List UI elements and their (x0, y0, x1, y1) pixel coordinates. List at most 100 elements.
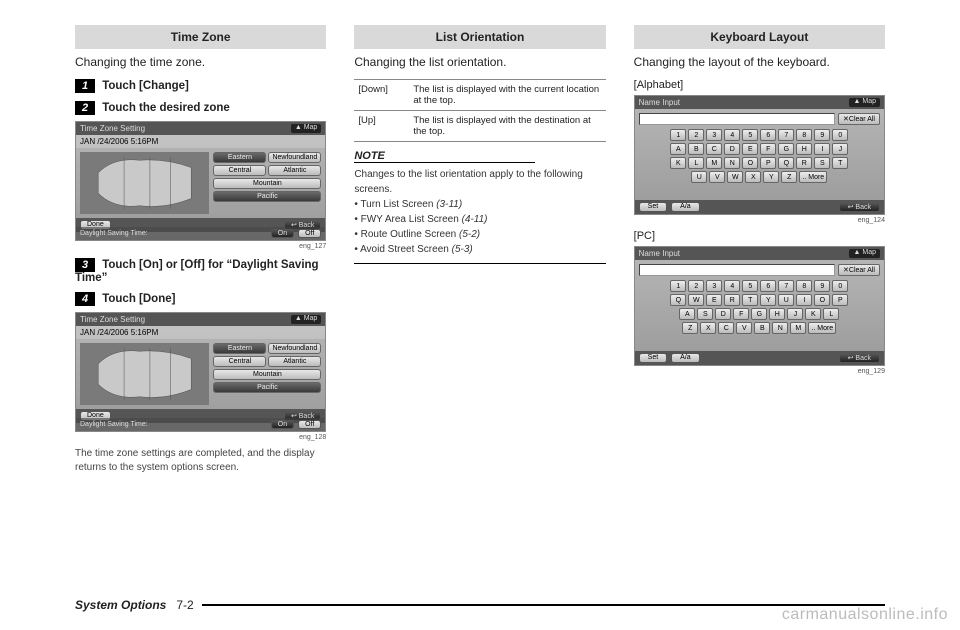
key-Q[interactable]: Q (778, 157, 794, 169)
key-3[interactable]: 3 (706, 129, 722, 141)
key-1[interactable]: 1 (670, 129, 686, 141)
key-9[interactable]: 9 (814, 280, 830, 292)
key-B[interactable]: B (754, 322, 770, 334)
key-5[interactable]: 5 (742, 129, 758, 141)
key-P[interactable]: P (832, 294, 848, 306)
key-W[interactable]: W (688, 294, 704, 306)
key-8[interactable]: 8 (796, 129, 812, 141)
key-8[interactable]: 8 (796, 280, 812, 292)
key-X[interactable]: X (745, 171, 761, 183)
watermark: carmanualsonline.info (782, 606, 948, 624)
key-Y[interactable]: Y (760, 294, 776, 306)
key-4[interactable]: 4 (724, 129, 740, 141)
key-S[interactable]: S (697, 308, 713, 320)
key-V[interactable]: V (709, 171, 725, 183)
key-A[interactable]: A (679, 308, 695, 320)
name-input[interactable] (639, 264, 835, 276)
map-button[interactable]: ▲ Map (291, 124, 322, 133)
key-1[interactable]: 1 (670, 280, 686, 292)
key-G[interactable]: G (778, 143, 794, 155)
dst-off[interactable]: Off (298, 229, 321, 238)
more-button[interactable]: .. More (808, 322, 836, 334)
key-Z[interactable]: Z (781, 171, 797, 183)
name-input[interactable] (639, 113, 835, 125)
fig-cap-1: eng_127 (75, 243, 326, 250)
key-H[interactable]: H (769, 308, 785, 320)
key-9[interactable]: 9 (814, 129, 830, 141)
key-U[interactable]: U (691, 171, 707, 183)
key-C[interactable]: C (706, 143, 722, 155)
key-7[interactable]: 7 (778, 280, 794, 292)
key-F[interactable]: F (760, 143, 776, 155)
key-6[interactable]: 6 (760, 129, 776, 141)
key-V[interactable]: V (736, 322, 752, 334)
kb-keys-alpha: 1234567890 ABCDEFGHIJ KLMNOPQRST UVWXYZ.. M… (635, 129, 884, 183)
key-I[interactable]: I (814, 143, 830, 155)
key-2[interactable]: 2 (688, 280, 704, 292)
key-I[interactable]: I (796, 294, 812, 306)
key-7[interactable]: 7 (778, 129, 794, 141)
key-K[interactable]: K (805, 308, 821, 320)
key-F[interactable]: F (733, 308, 749, 320)
set-button[interactable]: Set (639, 353, 668, 363)
back-button[interactable]: ↩ Back (839, 353, 880, 363)
key-O[interactable]: O (742, 157, 758, 169)
key-E[interactable]: E (742, 143, 758, 155)
key-N[interactable]: N (724, 157, 740, 169)
key-X[interactable]: X (700, 322, 716, 334)
key-D[interactable]: D (715, 308, 731, 320)
map-button[interactable]: ▲ Map (849, 98, 880, 107)
clear-all-button[interactable]: ✕ Clear All (838, 264, 880, 276)
key-S[interactable]: S (814, 157, 830, 169)
map-button[interactable]: ▲ Map (291, 315, 322, 324)
key-T[interactable]: T (832, 157, 848, 169)
key-G[interactable]: G (751, 308, 767, 320)
clear-all-button[interactable]: ✕ Clear All (838, 113, 880, 125)
zone-mountain[interactable]: Mountain (213, 178, 321, 189)
key-Y[interactable]: Y (763, 171, 779, 183)
key-0[interactable]: 0 (832, 129, 848, 141)
key-R[interactable]: R (724, 294, 740, 306)
key-3[interactable]: 3 (706, 280, 722, 292)
key-N[interactable]: N (772, 322, 788, 334)
key-E[interactable]: E (706, 294, 722, 306)
key-0[interactable]: 0 (832, 280, 848, 292)
zone-eastern[interactable]: Eastern (213, 152, 266, 163)
step-2-text: Touch the desired zone (102, 102, 230, 114)
key-J[interactable]: J (832, 143, 848, 155)
key-U[interactable]: U (778, 294, 794, 306)
shift-button[interactable]: A/a (671, 353, 700, 363)
key-5[interactable]: 5 (742, 280, 758, 292)
key-A[interactable]: A (670, 143, 686, 155)
key-D[interactable]: D (724, 143, 740, 155)
dst-on[interactable]: On (271, 229, 294, 238)
key-W[interactable]: W (727, 171, 743, 183)
key-O[interactable]: O (814, 294, 830, 306)
zone-newfoundland[interactable]: Newfoundland (268, 152, 321, 163)
zone-pacific[interactable]: Pacific (213, 191, 321, 202)
zone-central[interactable]: Central (213, 165, 266, 176)
key-4[interactable]: 4 (724, 280, 740, 292)
key-T[interactable]: T (742, 294, 758, 306)
key-2[interactable]: 2 (688, 129, 704, 141)
back-button[interactable]: ↩ Back (839, 202, 880, 212)
map-button[interactable]: ▲ Map (849, 249, 880, 258)
key-K[interactable]: K (670, 157, 686, 169)
key-P[interactable]: P (760, 157, 776, 169)
shift-button[interactable]: A/a (671, 202, 700, 212)
key-L[interactable]: L (688, 157, 704, 169)
key-H[interactable]: H (796, 143, 812, 155)
set-button[interactable]: Set (639, 202, 668, 212)
zone-atlantic[interactable]: Atlantic (268, 165, 321, 176)
key-M[interactable]: M (790, 322, 806, 334)
key-Z[interactable]: Z (682, 322, 698, 334)
key-B[interactable]: B (688, 143, 704, 155)
key-R[interactable]: R (796, 157, 812, 169)
key-J[interactable]: J (787, 308, 803, 320)
key-Q[interactable]: Q (670, 294, 686, 306)
more-button[interactable]: .. More (799, 171, 827, 183)
key-6[interactable]: 6 (760, 280, 776, 292)
key-L[interactable]: L (823, 308, 839, 320)
key-C[interactable]: C (718, 322, 734, 334)
key-M[interactable]: M (706, 157, 722, 169)
